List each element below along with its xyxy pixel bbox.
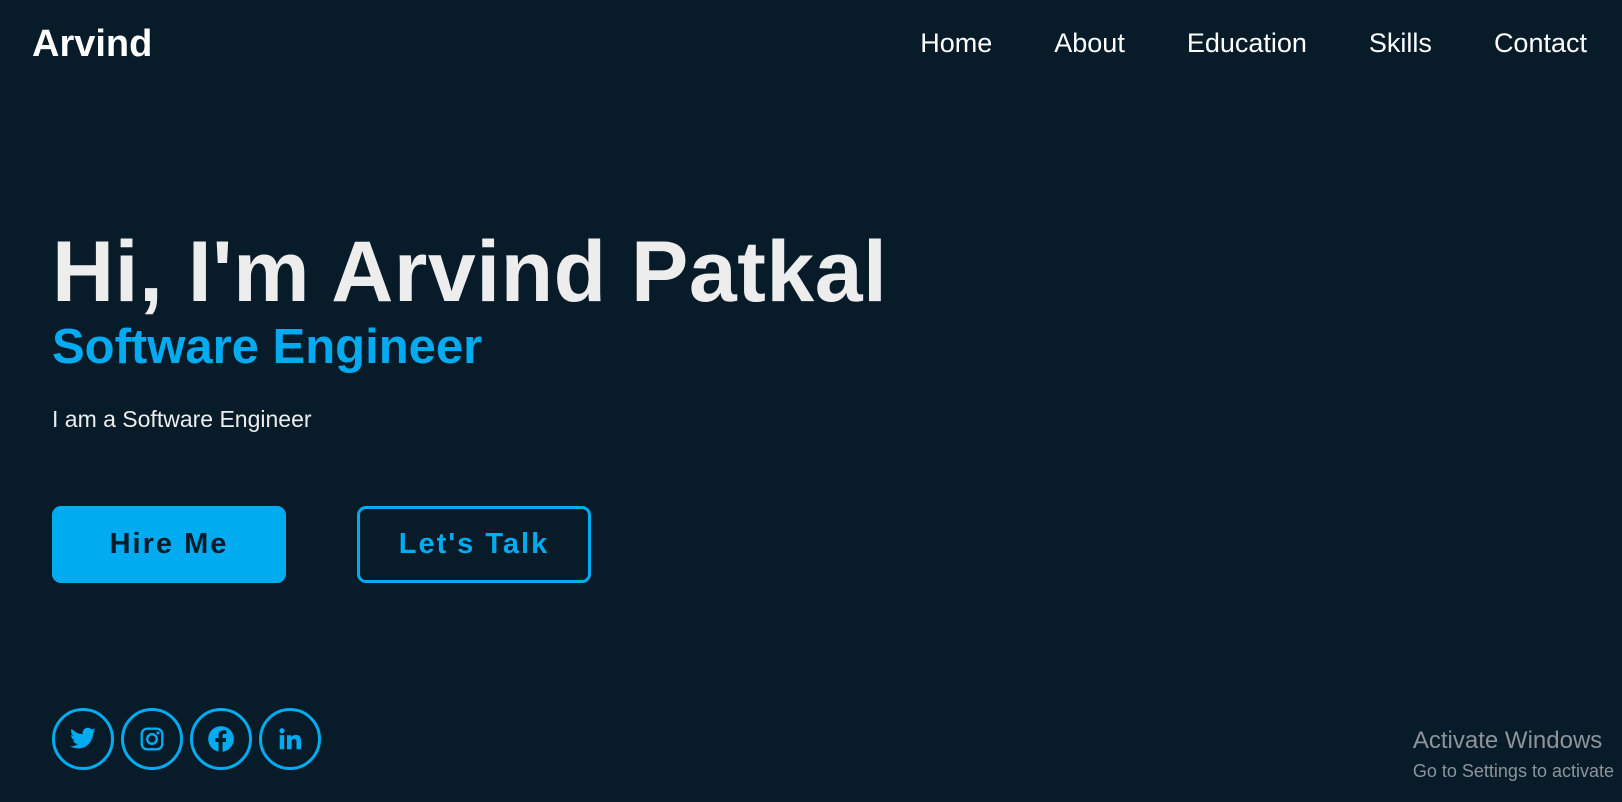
nav-link-contact[interactable]: Contact <box>1494 24 1587 62</box>
nav-link-about[interactable]: About <box>1054 24 1125 62</box>
site-header: Arvind Home About Education Skills Conta… <box>0 0 1622 88</box>
social-links <box>52 708 328 770</box>
logo-link[interactable]: Arvind <box>32 20 152 68</box>
watermark-title: Activate Windows <box>1412 727 1603 754</box>
instagram-link[interactable] <box>121 708 183 770</box>
nav-link-skills[interactable]: Skills <box>1369 24 1432 62</box>
nav-link-education[interactable]: Education <box>1187 24 1307 62</box>
watermark-subtitle: Go to Settings to activate <box>1412 761 1614 781</box>
lets-talk-button[interactable]: Let's Talk <box>357 506 591 583</box>
hero-buttons: Hire Me Let's Talk <box>52 506 591 583</box>
hire-me-button[interactable]: Hire Me <box>52 506 286 583</box>
hero-subtitle: Software Engineer <box>52 320 483 374</box>
linkedin-link[interactable] <box>259 708 321 770</box>
facebook-link[interactable] <box>190 708 252 770</box>
hero-section: Hi, I'm Arvind Patkal Software Engineer … <box>52 222 952 434</box>
page: Arvind Home About Education Skills Conta… <box>0 0 1622 802</box>
linkedin-icon <box>279 728 302 750</box>
instagram-icon <box>140 727 164 751</box>
nav-link-home[interactable]: Home <box>920 24 992 62</box>
activate-windows-watermark: Activate Windows Go to Settings to activ… <box>1413 726 1614 784</box>
hero-title: Hi, I'm Arvind Patkal <box>52 224 888 320</box>
facebook-icon <box>208 726 234 752</box>
twitter-link[interactable] <box>52 708 114 770</box>
hero-description: I am a Software Engineer <box>52 406 312 432</box>
twitter-icon <box>70 727 96 749</box>
main-nav: Home About Education Skills Contact <box>920 24 1587 62</box>
